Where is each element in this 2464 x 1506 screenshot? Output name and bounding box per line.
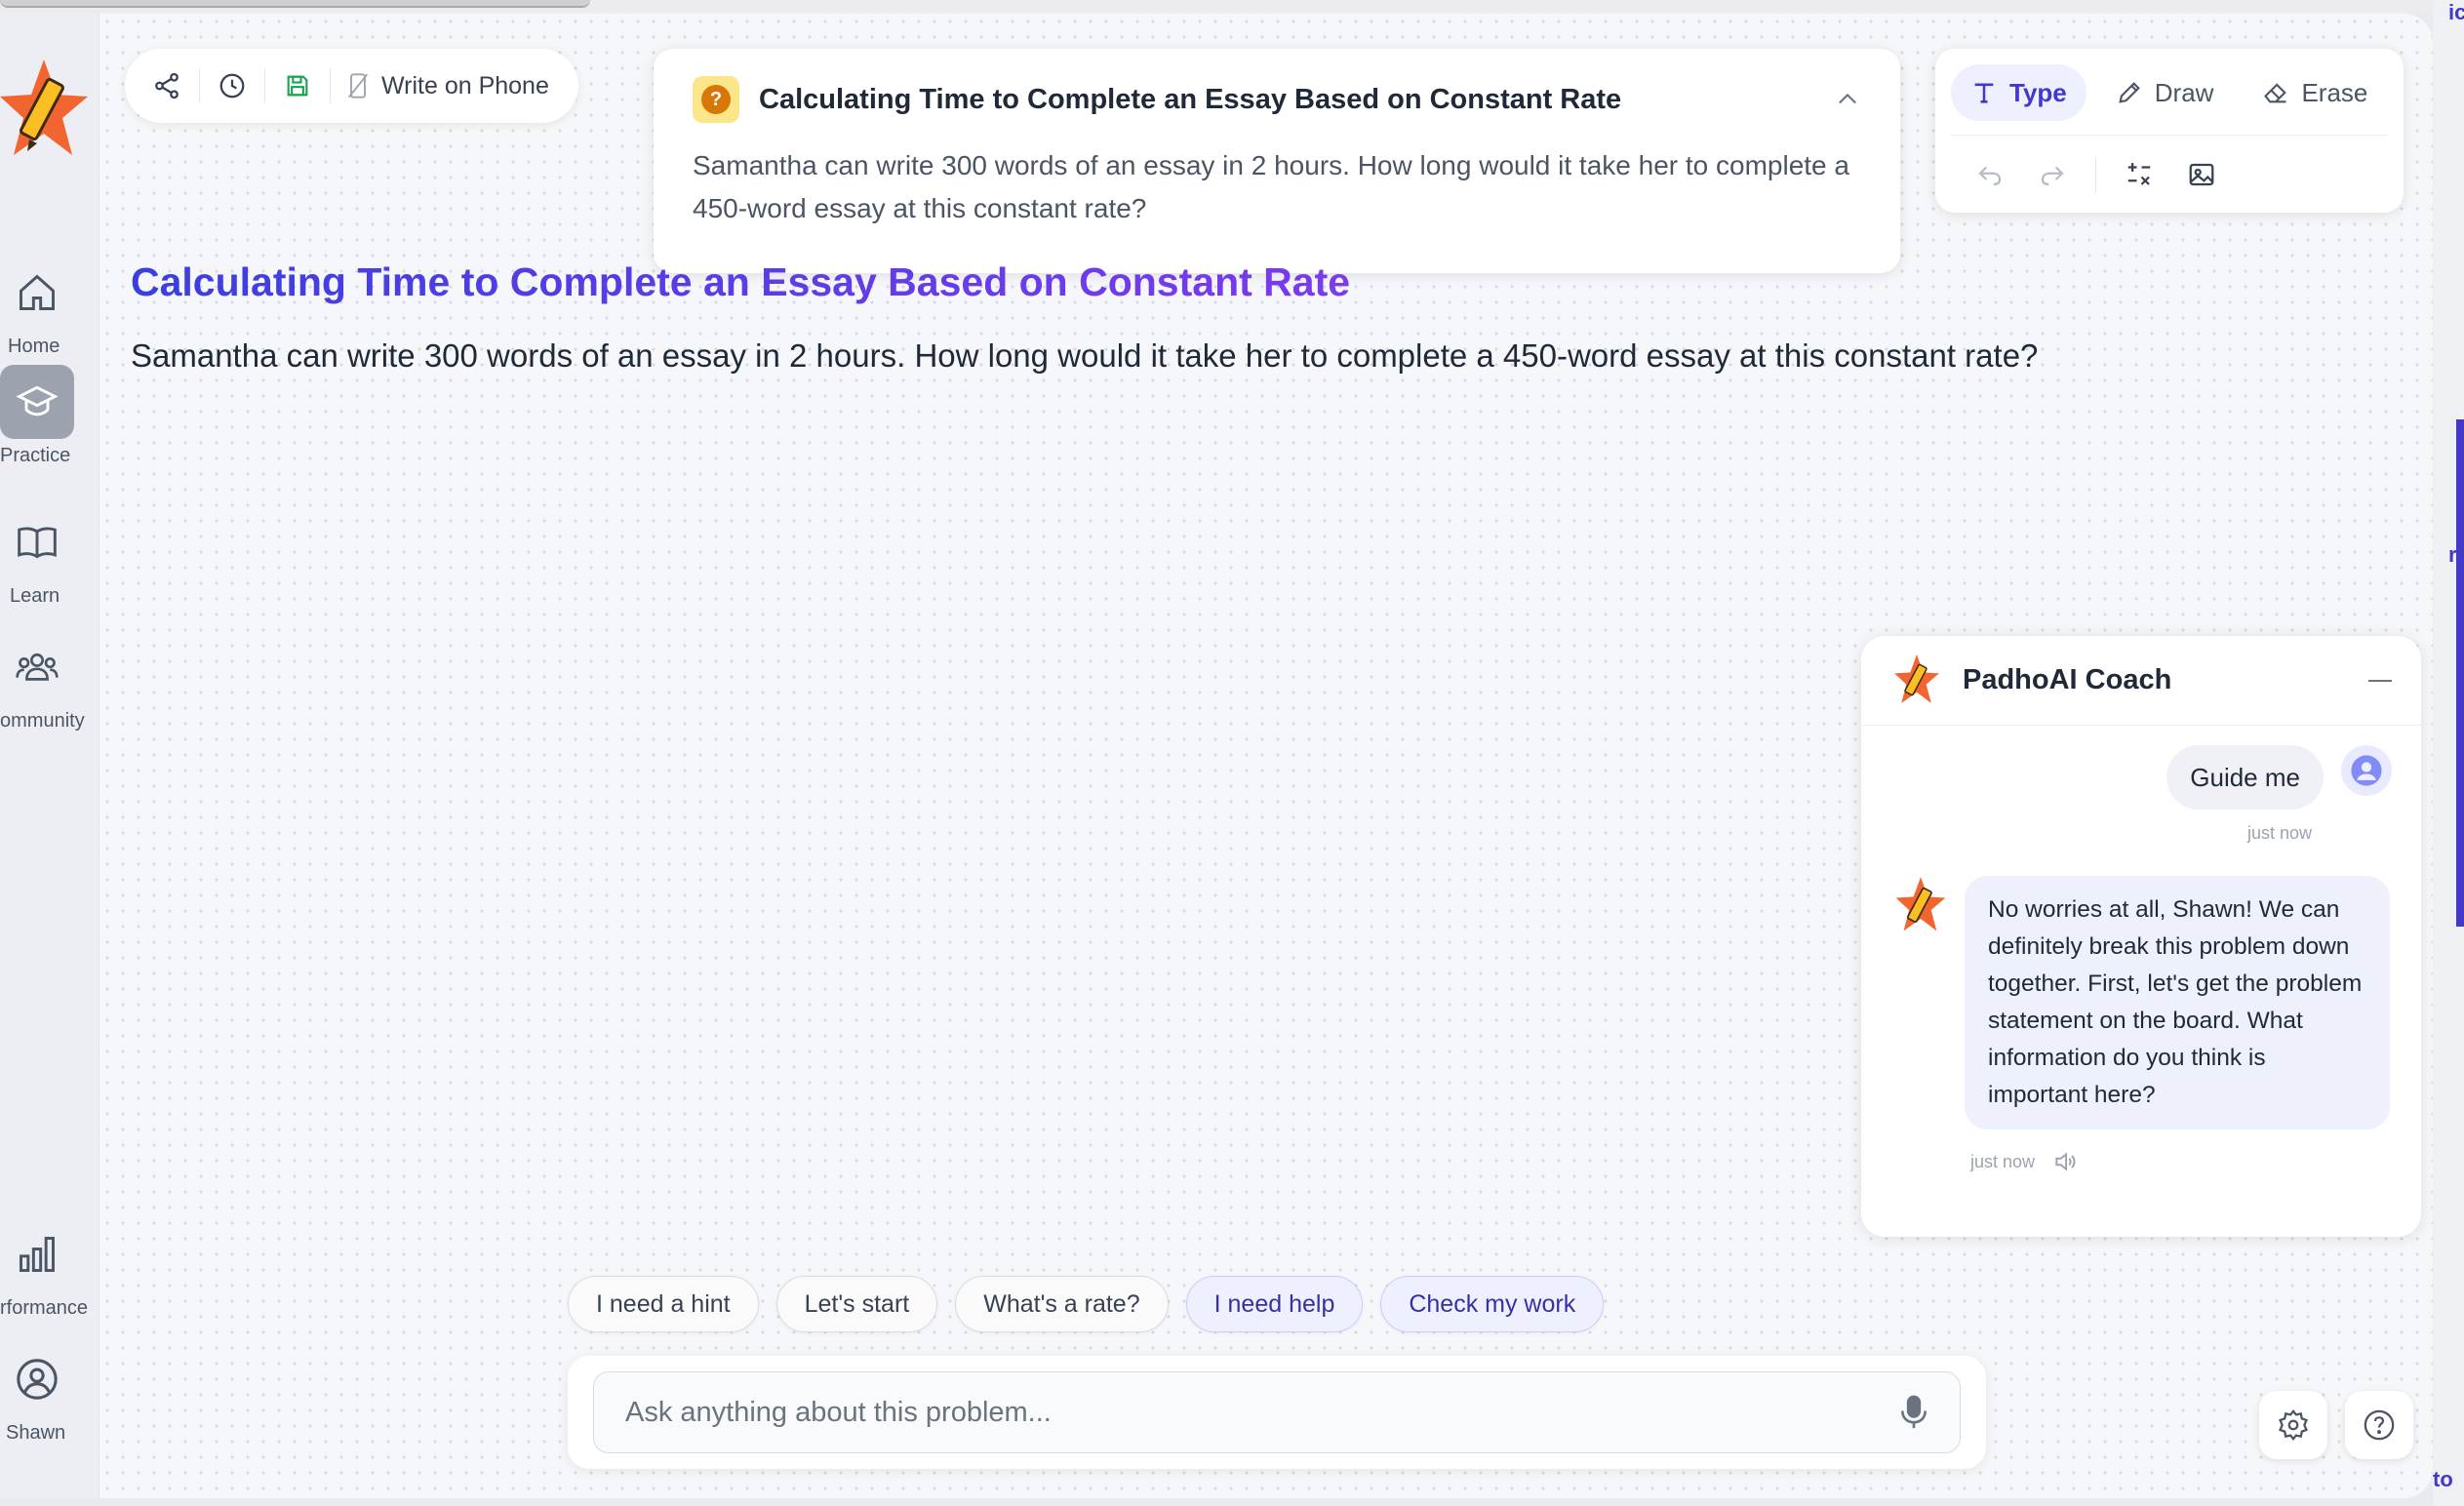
undo-icon[interactable]	[1965, 149, 2015, 200]
sidebar-item-label: rformance	[0, 1297, 89, 1319]
problem-card: ? Calculating Time to Complete an Essay …	[654, 49, 1900, 273]
chip-need-hint[interactable]: I need a hint	[568, 1276, 759, 1332]
ask-input[interactable]: Ask anything about this problem...	[593, 1371, 1961, 1453]
type-tool-label: Type	[2009, 77, 2067, 107]
chip-need-help[interactable]: I need help	[1185, 1276, 1364, 1332]
pencil-icon	[2119, 82, 2140, 103]
gear-icon	[2279, 1409, 2308, 1441]
erase-tool-button[interactable]: Erase	[2243, 64, 2387, 121]
coach-avatar-icon	[1894, 654, 1939, 703]
coach-message-bubble: No worries at all, Shawn! We can definit…	[1965, 876, 2390, 1130]
share-icon[interactable]	[140, 59, 193, 112]
save-icon[interactable]	[271, 59, 324, 112]
eraser-icon	[2264, 83, 2287, 103]
question-icon: ?	[693, 76, 739, 123]
sidebar-item-community[interactable]: ommunity	[0, 630, 99, 733]
ask-panel: Ask anything about this problem...	[568, 1356, 1986, 1469]
window-top-strip	[0, 0, 2464, 14]
drawing-tools-panel: Type Draw Erase	[1935, 49, 2404, 213]
sidebar-item-performance[interactable]: rformance	[0, 1217, 99, 1320]
coach-avatar-icon	[1895, 877, 1946, 931]
canvas-problem-title[interactable]: Calculating Time to Complete an Essay Ba…	[131, 259, 1350, 305]
problem-card-text: Samantha can write 300 words of an essay…	[693, 150, 1849, 223]
sidebar-item-profile[interactable]: Shawn	[0, 1342, 99, 1445]
sidebar-item-label: ommunity	[0, 710, 85, 732]
canvas-toolbar: Write on Phone	[125, 49, 578, 123]
phone-off-icon	[347, 73, 369, 99]
problem-card-title: Calculating Time to Complete an Essay Ba…	[759, 83, 1622, 115]
erase-tool-label: Erase	[2301, 77, 2368, 107]
bar-chart-icon	[0, 1217, 74, 1291]
image-icon[interactable]	[2176, 149, 2227, 200]
chip-lets-start[interactable]: Let's start	[775, 1276, 938, 1332]
book-icon	[0, 505, 74, 579]
history-clock-icon[interactable]	[206, 59, 258, 112]
minimize-icon[interactable]	[2368, 679, 2392, 682]
chevron-up-icon[interactable]	[1834, 86, 1861, 113]
sidebar-item-label: Shawn	[6, 1422, 66, 1444]
sidebar-item-label: Practice	[0, 445, 71, 466]
text-tool-icon	[1974, 83, 1994, 103]
home-icon	[0, 256, 74, 330]
chip-whats-rate[interactable]: What's a rate?	[955, 1276, 1169, 1332]
toolbar-divider	[264, 68, 265, 103]
math-symbols-icon[interactable]	[2114, 149, 2165, 200]
sidebar-item-label: Learn	[10, 585, 60, 607]
user-message-bubble: Guide me	[2166, 745, 2324, 810]
message-timestamp: just now	[1970, 1151, 2036, 1171]
speaker-icon[interactable]	[2052, 1149, 2078, 1174]
draw-tool-label: Draw	[2154, 77, 2214, 107]
write-on-phone-button[interactable]: Write on Phone	[337, 72, 559, 100]
coach-name: PadhoAI Coach	[1963, 664, 2172, 695]
write-on-phone-label: Write on Phone	[381, 71, 549, 99]
user-circle-icon	[0, 1342, 74, 1416]
user-avatar-icon	[2341, 745, 2392, 796]
edge-accent-bar	[2456, 419, 2464, 927]
suggestion-chips: I need a hint Let's start What's a rate?…	[568, 1276, 1605, 1332]
help-button[interactable]	[2345, 1391, 2413, 1459]
ask-input-placeholder: Ask anything about this problem...	[625, 1396, 1052, 1428]
coach-message-meta: just now	[1970, 1149, 2078, 1174]
edge-text-fragment: r	[2448, 542, 2457, 567]
sidebar-item-home[interactable]: Home	[0, 256, 99, 358]
background-window-edge: ic r to	[2433, 0, 2464, 1506]
microphone-icon[interactable]	[1899, 1394, 1928, 1431]
users-icon	[0, 630, 74, 704]
redo-icon[interactable]	[2027, 149, 2078, 200]
sidebar: Home Practice Learn ommunity rformance S…	[0, 14, 99, 1498]
graduation-cap-icon	[0, 365, 74, 439]
help-circle-icon	[2364, 1409, 2395, 1441]
padhoai-logo[interactable]	[0, 58, 88, 165]
toolbar-divider	[330, 68, 331, 103]
scroll-pill[interactable]	[0, 0, 590, 8]
settings-button[interactable]	[2259, 1391, 2327, 1459]
type-tool-button[interactable]: Type	[1951, 64, 2086, 121]
edge-text-fragment: to	[2433, 1467, 2453, 1491]
sidebar-item-label: Home	[8, 336, 60, 357]
toolbar-divider	[2095, 157, 2096, 192]
edge-text-fragment: ic	[2448, 0, 2464, 24]
coach-chat-panel: PadhoAI Coach Guide me just now No worri…	[1861, 636, 2421, 1237]
sidebar-item-learn[interactable]: Learn	[0, 505, 99, 608]
toolbar-divider	[199, 68, 200, 103]
app-window: Home Practice Learn ommunity rformance S…	[0, 14, 2433, 1498]
message-timestamp: just now	[2246, 823, 2312, 843]
chip-check-work[interactable]: Check my work	[1380, 1276, 1605, 1332]
sidebar-item-practice[interactable]: Practice	[0, 365, 99, 467]
canvas-problem-text[interactable]: Samantha can write 300 words of an essay…	[131, 337, 2038, 375]
draw-tool-button[interactable]: Draw	[2096, 64, 2234, 121]
